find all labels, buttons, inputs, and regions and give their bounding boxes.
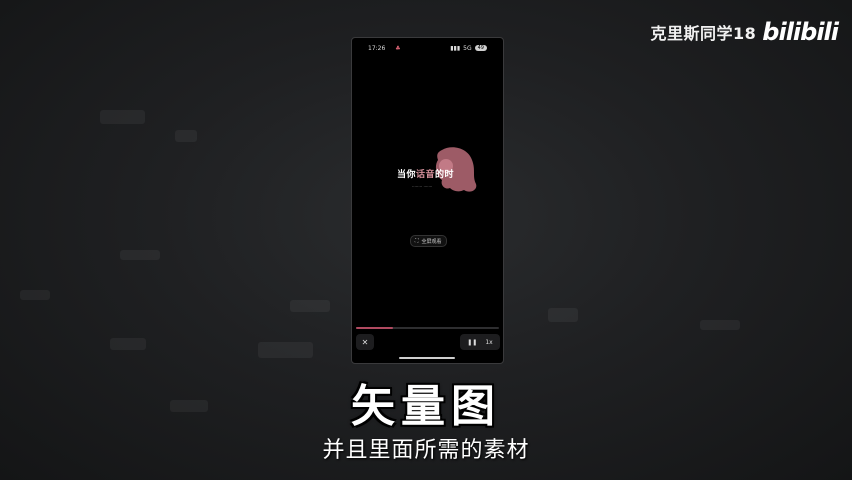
hero-subtext: ········ ·······	[412, 184, 433, 189]
phone-screen: 17:26 ♣ ▮▮▮ 5G 49 当你话音的时 ········ ······…	[351, 37, 504, 364]
battery-indicator: 49	[474, 45, 487, 51]
home-indicator	[399, 357, 455, 359]
hero-text-accent: 话音	[416, 170, 436, 180]
video-artwork: 当你话音的时 ········ ·······	[392, 146, 482, 206]
background-blur	[258, 342, 313, 358]
status-time: 17:26	[368, 44, 386, 52]
subtitle-secondary: 并且里面所需的素材	[322, 438, 530, 463]
hero-title: 当你话音的时	[397, 167, 454, 180]
background-blur	[20, 290, 50, 300]
app-indicator-icon: ♣	[395, 44, 401, 52]
hero-text-part: 的时	[435, 170, 455, 180]
close-icon: ✕	[361, 337, 369, 347]
subtitle-main: 矢量图	[351, 381, 501, 432]
fullscreen-label: 全屏观看	[421, 238, 442, 245]
hero-text-part: 当你	[397, 170, 417, 180]
background-blur	[175, 130, 197, 142]
fullscreen-icon: ⛶	[415, 238, 419, 244]
background-blur	[110, 338, 146, 350]
progress-fill	[356, 327, 394, 329]
status-bar: 17:26 ♣ ▮▮▮ 5G 49	[352, 42, 503, 54]
signal-bars-icon: ▮▮▮	[450, 44, 461, 52]
channel-watermark: 克里斯同学18 bilibili	[651, 18, 839, 46]
background-blur	[700, 320, 740, 330]
background-blur	[120, 250, 160, 260]
playback-controls: ❚❚ 1x	[460, 334, 500, 350]
playback-progress[interactable]	[356, 327, 499, 329]
speed-button[interactable]: 1x	[485, 339, 492, 346]
background-blur	[548, 308, 578, 322]
background-blur	[100, 110, 145, 124]
channel-name: 克里斯同学18	[650, 24, 757, 43]
background-blur	[290, 300, 330, 312]
fullscreen-button[interactable]: ⛶ 全屏观看	[410, 235, 447, 247]
bilibili-logo: bilibili	[762, 18, 839, 46]
close-button[interactable]: ✕	[356, 334, 374, 350]
pause-icon[interactable]: ❚❚	[467, 339, 477, 346]
video-frame: { "watermark": { "channel": "克里斯同学18", "…	[0, 0, 852, 480]
network-type: 5G	[463, 44, 472, 52]
